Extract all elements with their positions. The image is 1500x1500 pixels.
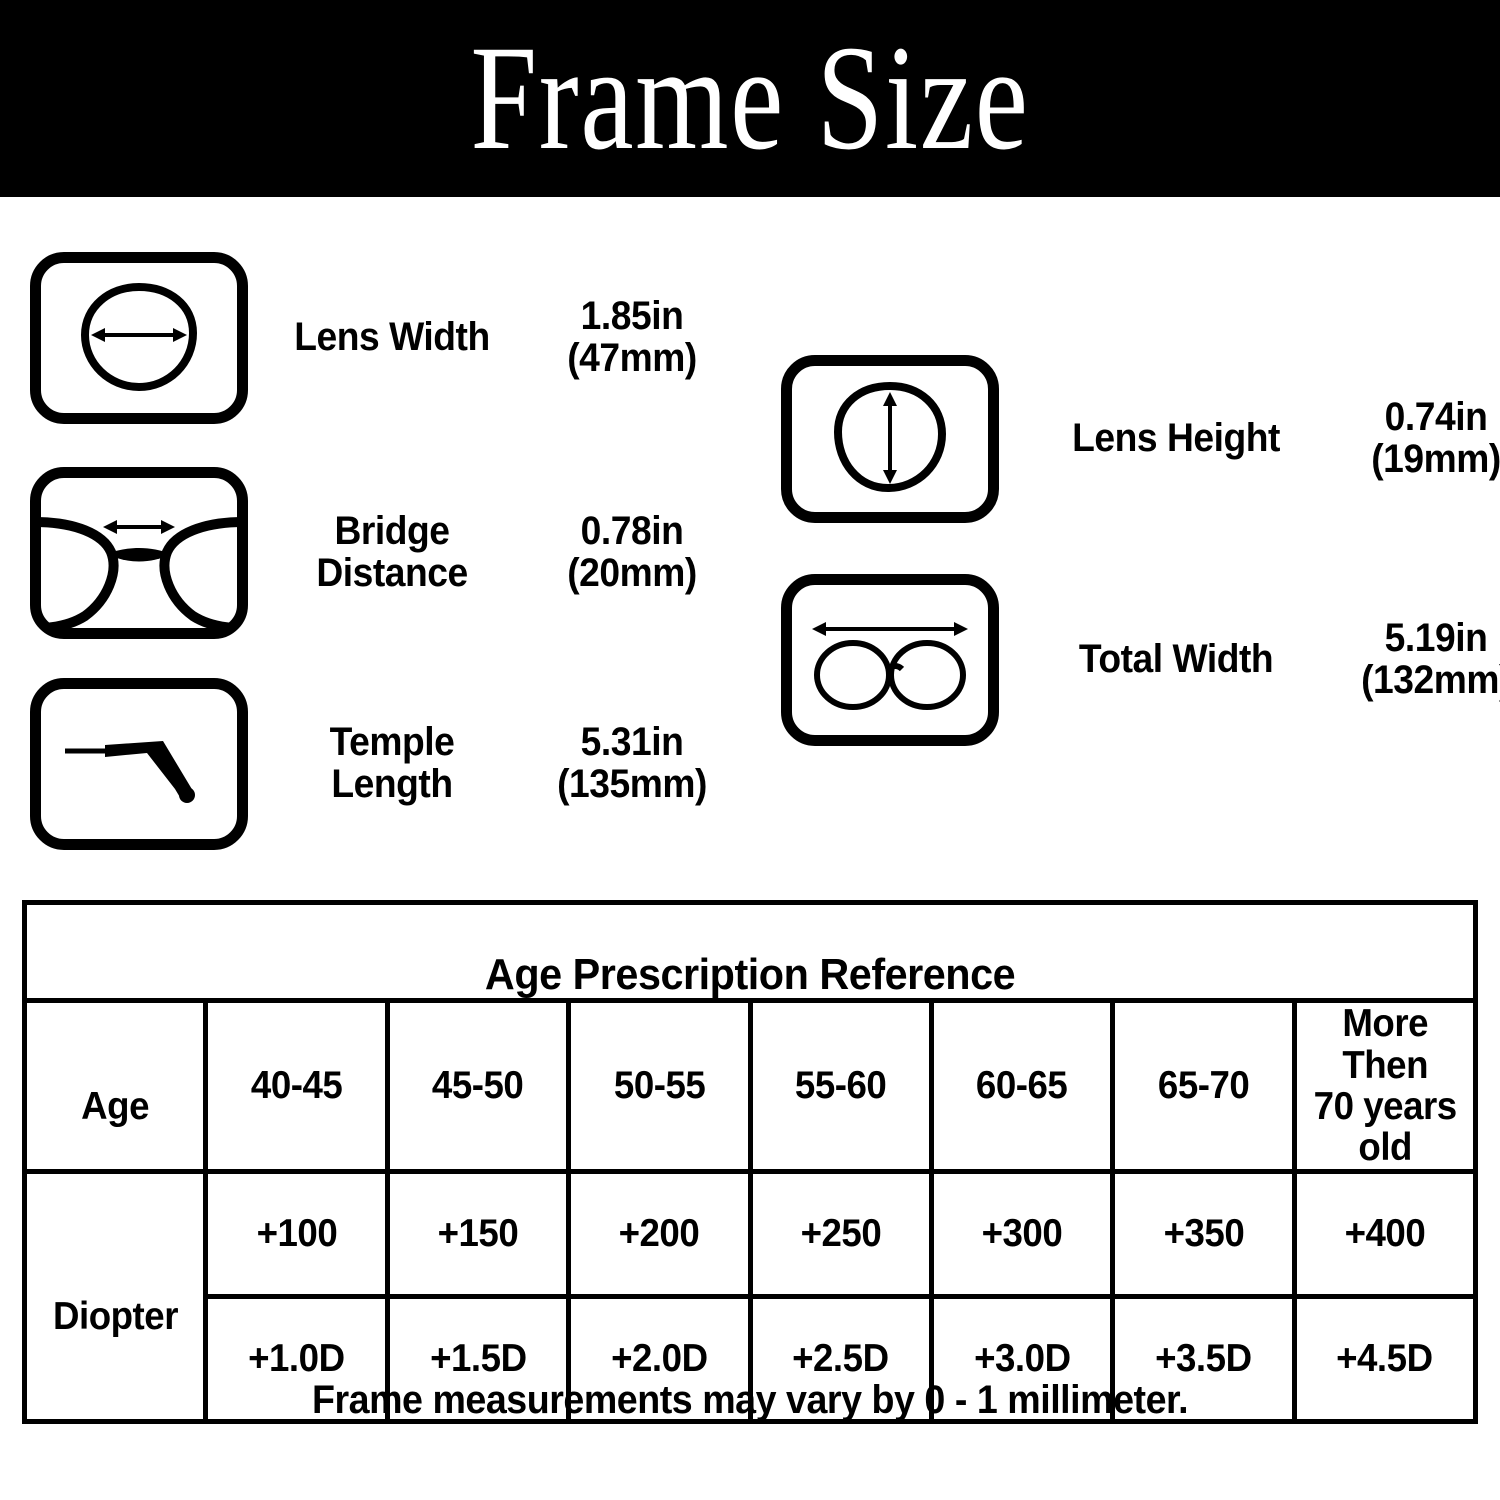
spec-value-bridge-distance: 0.78in (20mm) (567, 509, 697, 595)
bridge-distance-icon-graphic (41, 517, 237, 628)
row-label-age-text: Age (81, 1084, 150, 1128)
lens-height-icon-graphic (833, 381, 947, 493)
table-title-row: Age Prescription Reference (22, 899, 1478, 1004)
temple-length-icon-graphic (65, 741, 195, 803)
spec-label-lens-width: Lens Width (294, 315, 490, 360)
diopter-power-cell: +150 (384, 1168, 572, 1299)
spec-label-temple-length: Temple Length (329, 720, 455, 806)
spec-label-lens-height: Lens Height (1072, 416, 1280, 461)
spec-value-total-width: 5.19in (132mm) (1361, 616, 1500, 702)
diopter-power-cell: +300 (928, 1168, 1116, 1299)
table-row-diopter-power: Diopter +100 +150 +200 +250 +300 +350 +4… (21, 1168, 1479, 1424)
spec-value-temple-length: 5.31in (135mm) (557, 720, 707, 806)
temple-length-icon (30, 678, 248, 850)
age-range-cell: 60-65 (928, 998, 1116, 1174)
age-range-cell: 50-55 (566, 998, 753, 1174)
footnote-text: Frame measurements may vary by 0 - 1 mil… (311, 1378, 1189, 1422)
spec-value-lens-width: 1.85in (47mm) (567, 294, 697, 380)
row-label-age: Age (21, 998, 209, 1174)
spec-row-bridge-distance: Bridge Distance 0.78in (20mm) (30, 467, 752, 639)
spec-row-lens-width: Lens Width 1.85in (47mm) (30, 252, 752, 424)
age-range-cell: 65-70 (1110, 998, 1297, 1174)
spec-label-total-width: Total Width (1078, 637, 1274, 682)
diopter-power-cell: +350 (1110, 1168, 1297, 1299)
page-title: Frame Size (470, 15, 1030, 181)
age-prescription-table: Age Prescription Reference Age 40-45 45-… (21, 899, 1479, 1424)
spec-row-temple-length: Temple Length 5.31in (135mm) (30, 678, 752, 850)
diopter-power-cell: +400 (1291, 1168, 1479, 1299)
title-banner: Frame Size (0, 0, 1500, 197)
table-title-cell: Age Prescription Reference (22, 899, 1478, 1004)
diopter-power-cell: +200 (566, 1168, 753, 1299)
spec-label-bridge-distance: Bridge Distance (316, 509, 468, 595)
total-width-icon (781, 574, 999, 746)
age-range-cell: 55-60 (747, 998, 934, 1174)
lens-height-icon (781, 355, 999, 523)
diopter-power-cell: +100 (203, 1168, 390, 1299)
spec-value-lens-height: 0.74in (19mm) (1371, 395, 1500, 481)
spec-row-lens-height: Lens Height 0.74in (19mm) (781, 355, 1500, 523)
table-row-age: Age 40-45 45-50 50-55 55-60 60-65 65-70 … (21, 998, 1479, 1174)
total-width-icon-graphic (812, 622, 968, 710)
bridge-distance-icon (30, 467, 248, 639)
age-range-cell: More Then 70 years old (1291, 998, 1479, 1174)
footnote: Frame measurements may vary by 0 - 1 mil… (0, 1378, 1500, 1423)
age-range-cell: 40-45 (203, 998, 390, 1174)
age-range-cell: 45-50 (384, 998, 572, 1174)
diopter-power-cell: +250 (747, 1168, 934, 1299)
lens-width-icon-graphic (80, 282, 198, 392)
spec-row-total-width: Total Width 5.19in (132mm) (781, 574, 1500, 746)
lens-width-icon (30, 252, 248, 424)
row-label-diopter-text: Diopter (52, 1295, 178, 1339)
table-title: Age Prescription Reference (484, 949, 1016, 999)
